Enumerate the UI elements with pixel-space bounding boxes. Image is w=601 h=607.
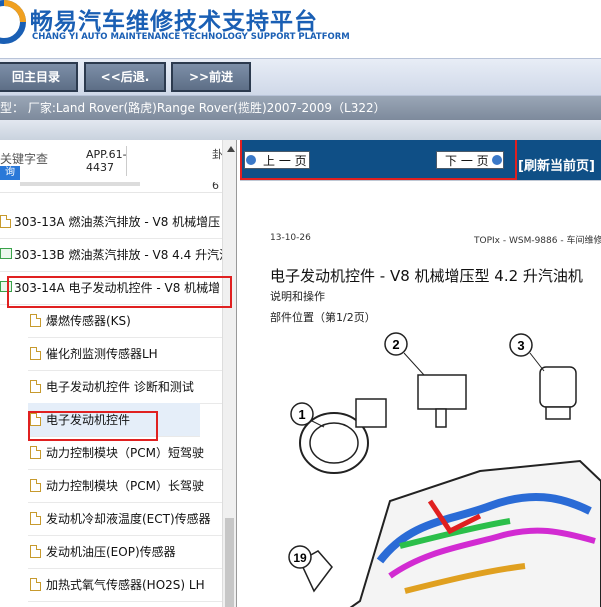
highlight-frame [7,276,232,308]
doc-subtitle: 说明和操作 [270,290,325,303]
file-icon [30,578,41,591]
tree-item-label: 303-13A 燃油蒸汽排放 - V8 机械增压 [14,215,221,229]
tree-item-label: 加热式氧气传感器(HO2S) LH [46,578,205,592]
tree-item-label: 发动机油压(EOP)传感器 [46,545,176,559]
brand-title: 畅易汽车维修技术支持平台 [30,9,318,35]
doc-title: 电子发动机控件 - V8 机械增压型 4.2 升汽油机 [270,267,583,285]
highlight-frame [240,140,517,180]
folder-icon [0,248,12,259]
tree-item-303-13a[interactable]: 303-13A 燃油蒸汽排放 - V8 机械增压 [0,205,222,239]
tree-item-label: 动力控制模块（PCM）短驾驶 [46,446,204,460]
brand-subtitle: CHANG YI AUTO MAINTENANCE TECHNOLOGY SUP… [32,32,350,42]
tree-item-label: 催化剂监测传感器LH [46,347,158,361]
tree-item-label: 303-13B 燃油蒸汽排放 - V8 4.4 升汽油 [14,248,222,262]
tree-panel: 关键字查 询 APP.61-4437 卦 6 303-13A 燃油蒸汽排放 - … [0,140,236,607]
file-icon [30,380,41,393]
home-button[interactable]: 回主目录 [0,62,78,92]
tree-item-ks[interactable]: 爆燃传感器(KS) [28,304,222,338]
file-icon [0,215,11,228]
main-toolbar: 回主目录 <<后退. >>前进 [0,58,601,96]
refresh-link[interactable]: [刷新当前页] [518,155,595,174]
callout-label: 1 [298,407,305,422]
search-header: 关键字查 询 APP.61-4437 卦 [0,140,223,182]
doc-source: TOPIx - WSM-9886 - 车间维修手 [474,236,601,246]
doc-date: 13-10-26 [270,233,311,243]
tree-scrollbar[interactable] [222,140,236,607]
file-icon [30,314,41,327]
file-icon [30,347,41,360]
keyword-search-label[interactable]: 关键字查 [0,150,48,167]
file-icon [30,446,41,459]
doc-location: 部件位置（第1/2页） [270,311,376,324]
partial-row-text [20,182,140,186]
highlight-frame [28,411,158,441]
tree-item-label: 电子发动机控件 诊断和测试 [46,380,194,394]
callout-label: 3 [517,338,524,353]
callout-label: 2 [392,337,399,352]
document-viewer: 上 一 页 下 一 页 [刷新当前页] 13-10-26 TOPIx - WSM… [240,140,601,607]
panel-header-band [0,120,601,140]
scroll-up-icon[interactable] [227,146,235,152]
tree-item-303-13b[interactable]: 303-13B 燃油蒸汽排放 - V8 4.4 升汽油 [0,238,222,272]
tree-item-label: 动力控制模块（PCM）长驾驶 [46,479,204,493]
partial-row: 6 [0,182,222,193]
forward-button[interactable]: >>前进 [171,62,251,92]
back-button[interactable]: <<后退. [84,62,166,92]
app-code: APP.61-4437 [86,148,127,174]
tree-item-ho2s[interactable]: 加热式氧气传感器(HO2S) LH [28,568,222,602]
tree-item-label: 发动机冷却液温度(ECT)传感器 [46,512,211,526]
keyword-search-badge[interactable]: 询 [0,166,20,180]
tree-item-catalyst-sensor[interactable]: 催化剂监测传感器LH [28,337,222,371]
scroll-thumb[interactable] [225,518,234,607]
file-icon [30,512,41,525]
partial-row-tail: 6 [212,182,219,192]
tree-item-eop-sensor[interactable]: 发动机油压(EOP)传感器 [28,535,222,569]
engine-diagram: 1 2 3 19 [288,332,601,607]
manual-page: 13-10-26 TOPIx - WSM-9886 - 车间维修手 电子发动机控… [240,180,601,607]
tree-item-diagnosis[interactable]: 电子发动机控件 诊断和测试 [28,370,222,404]
file-icon [30,545,41,558]
breadcrumb: 型： 厂家:Land Rover(路虎)Range Rover(揽胜)2007-… [0,96,601,120]
tree-item-pcm-long[interactable]: 动力控制模块（PCM）长驾驶 [28,469,222,503]
file-icon [30,479,41,492]
tree-item-label: 爆燃传感器(KS) [46,314,131,328]
callout-label: 19 [293,551,307,565]
column-divider [126,146,127,176]
tree-item-pcm-short[interactable]: 动力控制模块（PCM）短驾驶 [28,436,222,470]
brand-logo-icon [0,0,26,44]
topic-tree: 6 303-13A 燃油蒸汽排放 - V8 机械增压 303-13B 燃油蒸汽排… [0,182,222,607]
app-header: 畅易汽车维修技术支持平台 CHANG YI AUTO MAINTENANCE T… [0,0,601,58]
tree-item-ect-sensor[interactable]: 发动机冷却液温度(ECT)传感器 [28,502,222,536]
page-toolbar: 上 一 页 下 一 页 [刷新当前页] [240,140,601,180]
